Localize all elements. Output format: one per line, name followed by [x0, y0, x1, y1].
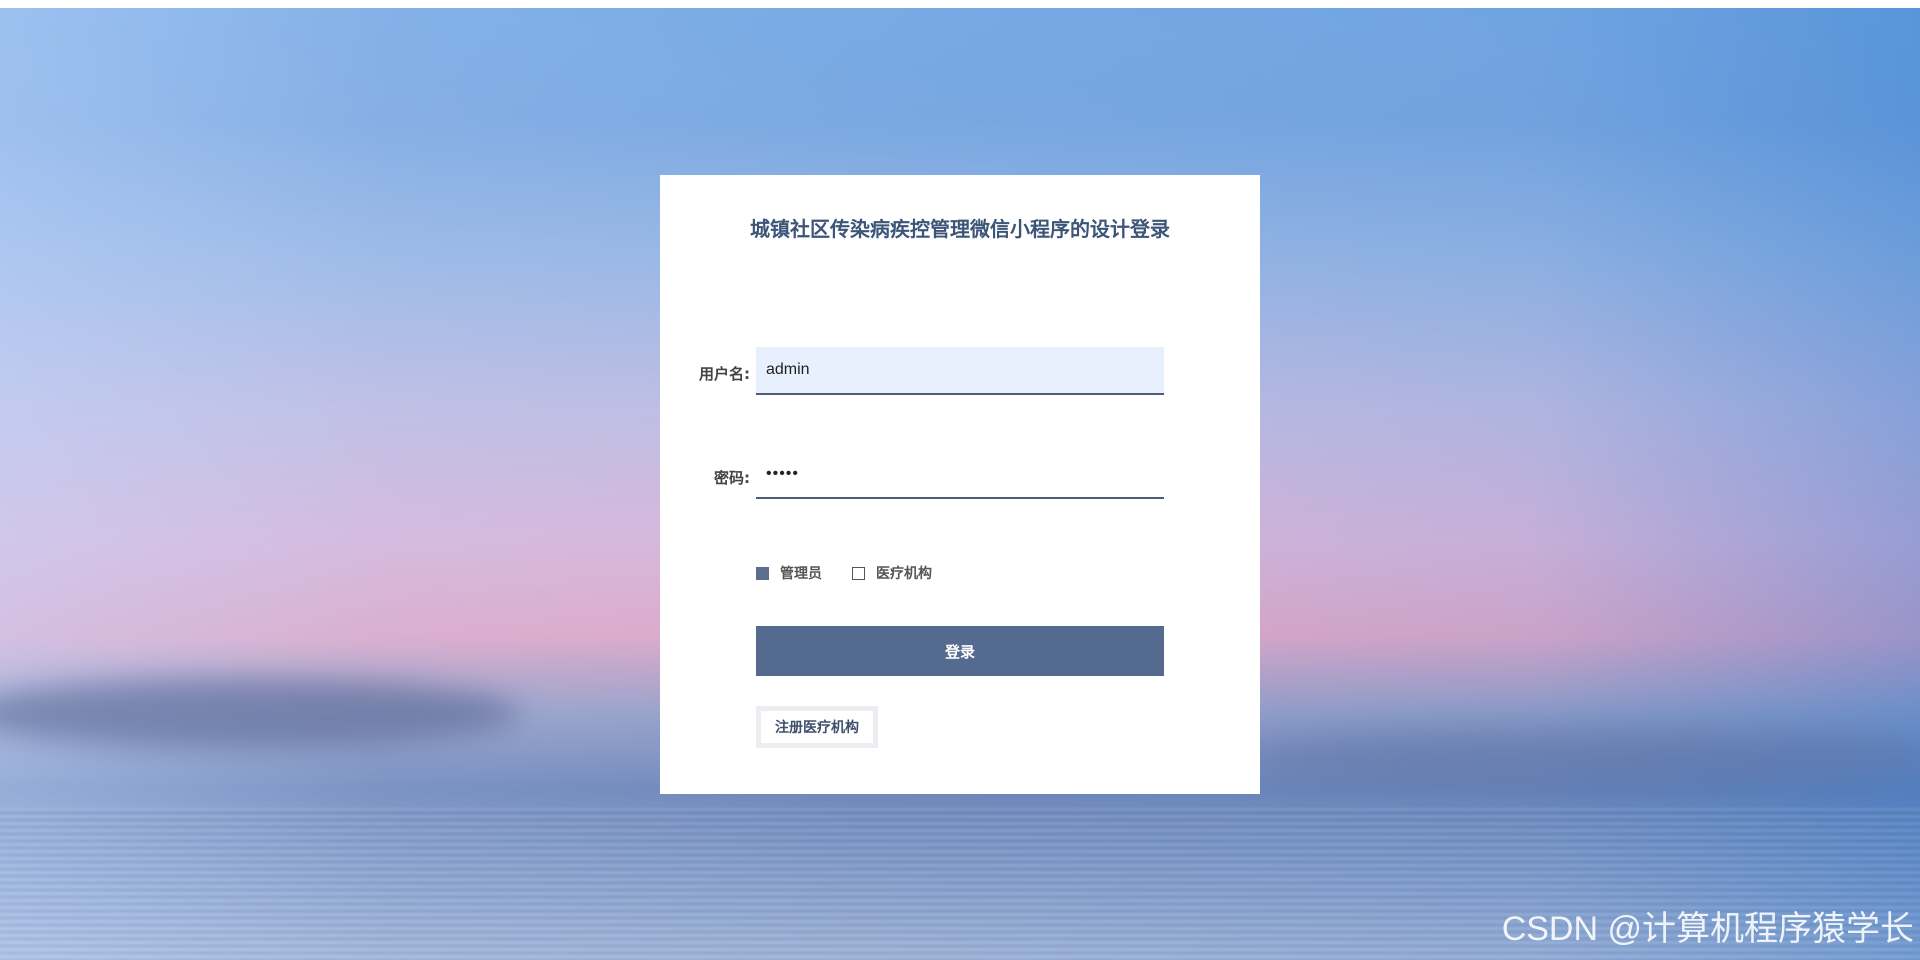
role-option-medical-institution[interactable]: 医疗机构 — [852, 563, 932, 583]
password-input[interactable] — [756, 451, 1164, 499]
role-admin-checkbox[interactable] — [756, 566, 769, 580]
username-input[interactable] — [756, 347, 1164, 395]
register-medical-institution-button[interactable]: 注册医疗机构 — [756, 706, 878, 748]
role-selector: 管理员 医疗机构 — [756, 561, 962, 585]
csdn-watermark: CSDN @计算机程序猿学长 — [1501, 910, 1914, 948]
role-option-admin[interactable]: 管理员 — [756, 563, 822, 583]
role-medical-institution-label[interactable]: 医疗机构 — [876, 563, 932, 583]
login-page: 城镇社区传染病疾控管理微信小程序的设计登录 用户名: 密码: 管理员 医疗机构 … — [0, 0, 1920, 960]
password-label: 密码: — [714, 469, 750, 487]
username-label: 用户名: — [699, 365, 750, 383]
role-medical-institution-checkbox[interactable] — [852, 566, 865, 580]
background-cloud — [1240, 728, 1920, 788]
role-admin-label[interactable]: 管理员 — [780, 563, 822, 583]
login-button[interactable]: 登录 — [756, 626, 1164, 676]
login-title: 城镇社区传染病疾控管理微信小程序的设计登录 — [750, 217, 1170, 241]
login-card: 城镇社区传染病疾控管理微信小程序的设计登录 用户名: 密码: 管理员 医疗机构 … — [660, 175, 1260, 794]
